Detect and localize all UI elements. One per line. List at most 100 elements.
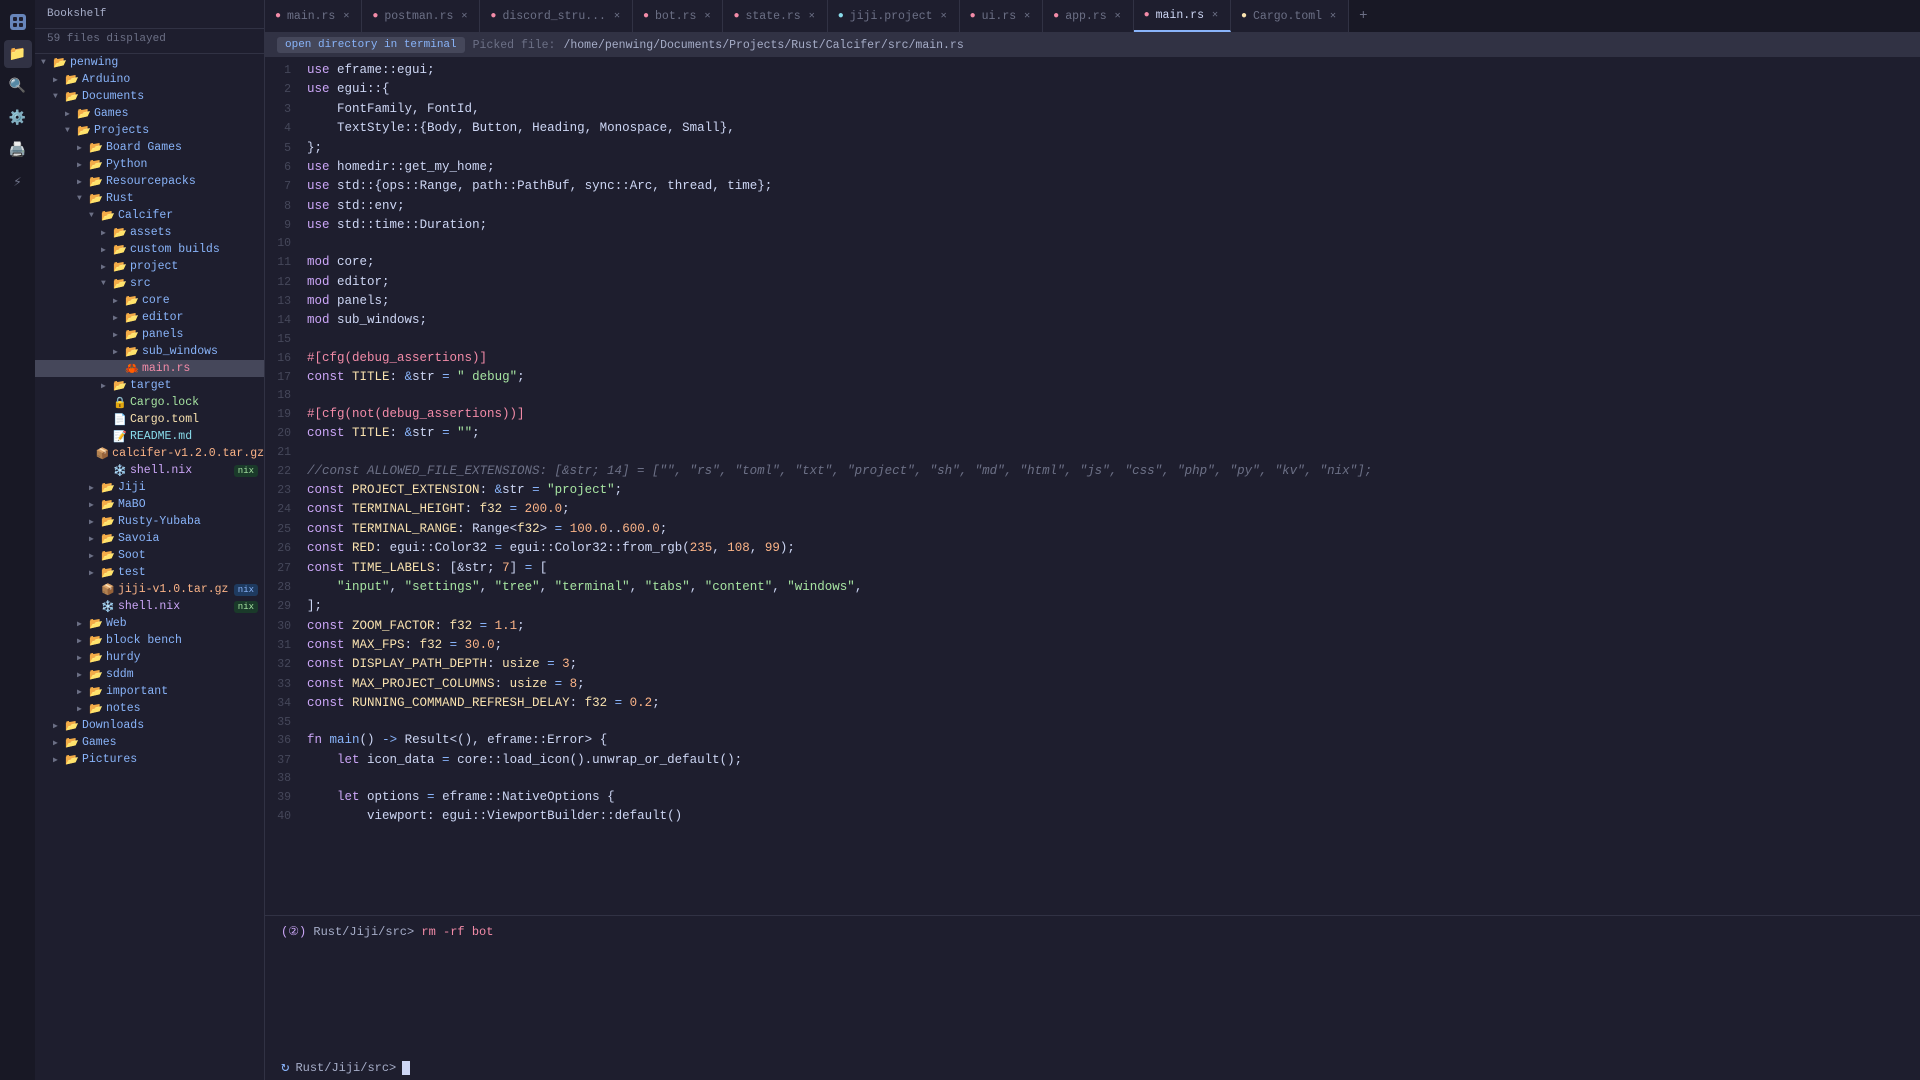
tree-item-readme.md[interactable]: 📝 README.md (35, 428, 264, 445)
tree-item-label: shell.nix (130, 464, 192, 477)
tab-cargo-toml[interactable]: ● Cargo.toml ✕ (1231, 0, 1349, 32)
code-content: mod editor; (307, 273, 1920, 292)
code-content: mod sub_windows; (307, 311, 1920, 330)
tree-item-jiji-v1.0.tar.gz[interactable]: 📦 jiji-v1.0.tar.gz nix (35, 581, 264, 598)
tab-discord-stru[interactable]: ● discord_stru... ✕ (480, 0, 633, 32)
tree-item-calcifer-v1.2.0.tar.gz[interactable]: 📦 calcifer-v1.2.0.tar.gz (35, 445, 264, 462)
tree-item-shell.nix[interactable]: ❄️ shell.nix nix (35, 598, 264, 615)
tree-item-main.rs[interactable]: 🦀 main.rs (35, 360, 264, 377)
tab-close-button[interactable]: ✕ (459, 9, 469, 23)
tree-item-core[interactable]: ▶ 📂 core (35, 292, 264, 309)
tab-close-button[interactable]: ✕ (1328, 9, 1338, 23)
tab-close-button[interactable]: ✕ (1113, 9, 1123, 23)
tree-item-rusty-yubaba[interactable]: ▶ 📂 Rusty-Yubaba (35, 513, 264, 530)
tree-item-savoia[interactable]: ▶ 📂 Savoia (35, 530, 264, 547)
tab-jiji-project[interactable]: ● jiji.project ✕ (828, 0, 960, 32)
tree-item-projects[interactable]: ▼ 📂 Projects (35, 122, 264, 139)
code-content: const TERMINAL_RANGE: Range<f32> = 100.0… (307, 520, 1920, 539)
tree-item-target[interactable]: ▶ 📂 target (35, 377, 264, 394)
tree-item-rust[interactable]: ▼ 📂 Rust (35, 190, 264, 207)
code-content: TextStyle::{Body, Button, Heading, Monos… (307, 119, 1920, 138)
tree-item-icon: 📂 (65, 736, 79, 750)
tree-item-project[interactable]: ▶ 📂 project (35, 258, 264, 275)
tree-item-label: important (106, 685, 168, 698)
tab-ui-rs[interactable]: ● ui.rs ✕ (960, 0, 1044, 32)
tree-item-shell.nix[interactable]: ❄️ shell.nix nix (35, 462, 264, 479)
tree-item-arduino[interactable]: ▶ 📂 Arduino (35, 71, 264, 88)
tree-item-mabo[interactable]: ▶ 📂 MaBO (35, 496, 264, 513)
tab-close-button[interactable]: ✕ (939, 9, 949, 23)
tree-item-python[interactable]: ▶ 📂 Python (35, 156, 264, 173)
tab-bot-rs[interactable]: ● bot.rs ✕ (633, 0, 723, 32)
code-line-37: 37 let icon_data = core::load_icon().unw… (265, 751, 1920, 770)
tree-item-icon: 📂 (89, 617, 103, 631)
activity-files-icon[interactable]: 📁 (4, 40, 32, 68)
tab-label: bot.rs (655, 10, 696, 23)
tab-icon: ● (275, 11, 281, 22)
code-editor[interactable]: 1 use eframe::egui; 2 use egui::{ 3 Font… (265, 57, 1920, 915)
tab-postman-rs[interactable]: ● postman.rs ✕ (362, 0, 480, 32)
tab-close-button[interactable]: ✕ (1210, 8, 1220, 22)
open-terminal-button[interactable]: open directory in terminal (277, 37, 465, 53)
tab-main-rs-2[interactable]: ● main.rs ✕ (1134, 0, 1231, 32)
tree-item-assets[interactable]: ▶ 📂 assets (35, 224, 264, 241)
tree-arrow: ▶ (77, 653, 89, 663)
tree-item-sub_windows[interactable]: ▶ 📂 sub_windows (35, 343, 264, 360)
line-number: 16 (265, 350, 307, 368)
bookshelf-title: Bookshelf (47, 8, 106, 20)
tree-item-notes[interactable]: ▶ 📂 notes (35, 700, 264, 717)
tree-item-resourcepacks[interactable]: ▶ 📂 Resourcepacks (35, 173, 264, 190)
terminal-cmd-num: (②) (281, 925, 306, 939)
tree-item-label: core (142, 294, 170, 307)
tree-item-label: Jiji (118, 481, 146, 494)
tree-item-label: project (130, 260, 178, 273)
tree-item-cargo.toml[interactable]: 📄 Cargo.toml (35, 411, 264, 428)
tree-item-web[interactable]: ▶ 📂 Web (35, 615, 264, 632)
code-line-5: 5 }; (265, 139, 1920, 158)
tree-item-cargo.lock[interactable]: 🔒 Cargo.lock (35, 394, 264, 411)
tree-item-important[interactable]: ▶ 📂 important (35, 683, 264, 700)
line-number: 27 (265, 560, 307, 578)
tree-item-icon: 🔒 (113, 396, 127, 410)
activity-search-icon[interactable]: 🔍 (4, 72, 32, 100)
tree-arrow: ▶ (53, 75, 65, 85)
tree-item-editor[interactable]: ▶ 📂 editor (35, 309, 264, 326)
tree-item-panels[interactable]: ▶ 📂 panels (35, 326, 264, 343)
tab-close-button[interactable]: ✕ (612, 9, 622, 23)
line-number: 18 (265, 387, 307, 405)
tree-item-block-bench[interactable]: ▶ 📂 block bench (35, 632, 264, 649)
tree-item-board-games[interactable]: ▶ 📂 Board Games (35, 139, 264, 156)
tab-close-button[interactable]: ✕ (341, 9, 351, 23)
tab-state-rs[interactable]: ● state.rs ✕ (723, 0, 827, 32)
tab-close-button[interactable]: ✕ (702, 9, 712, 23)
tree-item-games[interactable]: ▶ 📂 Games (35, 105, 264, 122)
tree-item-sddm[interactable]: ▶ 📂 sddm (35, 666, 264, 683)
tree-arrow: ▶ (89, 568, 101, 578)
tree-arrow: ▶ (101, 262, 113, 272)
tree-item-penwing[interactable]: ▼ 📂 penwing (35, 54, 264, 71)
tree-item-hurdy[interactable]: ▶ 📂 hurdy (35, 649, 264, 666)
tree-item-icon: 📂 (77, 107, 91, 121)
tree-item-soot[interactable]: ▶ 📂 Soot (35, 547, 264, 564)
tree-item-custom-builds[interactable]: ▶ 📂 custom builds (35, 241, 264, 258)
activity-settings-icon[interactable]: ⚙️ (4, 104, 32, 132)
tab-app-rs[interactable]: ● app.rs ✕ (1043, 0, 1133, 32)
tree-item-label: sub_windows (142, 345, 218, 358)
tab-icon: ● (838, 11, 844, 22)
tree-item-downloads[interactable]: ▶ 📂 Downloads (35, 717, 264, 734)
new-tab-button[interactable]: + (1349, 0, 1377, 32)
tree-item-calcifer[interactable]: ▼ 📂 Calcifer (35, 207, 264, 224)
activity-extra-icon[interactable]: ⚡ (4, 168, 32, 196)
code-content: mod core; (307, 253, 1920, 272)
tree-item-src[interactable]: ▼ 📂 src (35, 275, 264, 292)
tab-close-button[interactable]: ✕ (1022, 9, 1032, 23)
code-line-7: 7 use std::{ops::Range, path::PathBuf, s… (265, 177, 1920, 196)
activity-extensions-icon[interactable]: 🖨️ (4, 136, 32, 164)
tree-item-pictures[interactable]: ▶ 📂 Pictures (35, 751, 264, 768)
tree-item-jiji[interactable]: ▶ 📂 Jiji (35, 479, 264, 496)
tab-main-rs-1[interactable]: ● main.rs ✕ (265, 0, 362, 32)
tree-item-documents[interactable]: ▼ 📂 Documents (35, 88, 264, 105)
tree-item-games[interactable]: ▶ 📂 Games (35, 734, 264, 751)
tree-item-test[interactable]: ▶ 📂 test (35, 564, 264, 581)
tab-close-button[interactable]: ✕ (807, 9, 817, 23)
